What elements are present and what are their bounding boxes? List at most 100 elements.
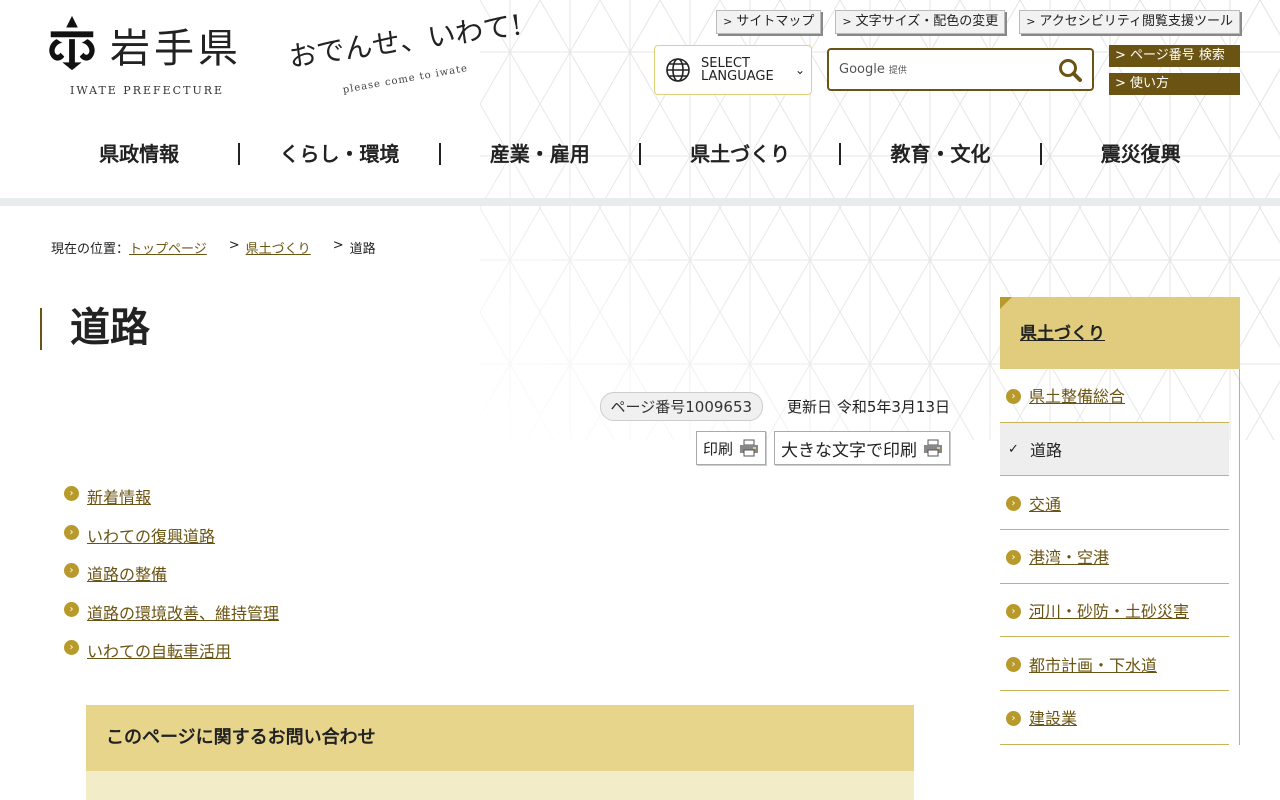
printer-icon [740,439,758,457]
nav-item-education-culture[interactable]: 教育・文化 [841,143,1042,165]
nav-item-disaster-recovery[interactable]: 震災復興 [1042,143,1240,165]
print-buttons: 印刷 大きな文字で印刷 [695,431,950,465]
logo-name: 岩手県 [110,26,242,72]
language-label: SELECT LANGUAGE [701,56,774,84]
breadcrumb-separator: > [228,238,240,253]
print-label: 印刷 [702,439,733,458]
printer-icon [924,439,942,457]
search-brand: Google [839,62,885,77]
chevron-circle-icon: › [64,486,79,501]
page: 岩手県 IWATE PREFECTURE おでんせ、いわて! please co… [0,0,1280,800]
global-nav: 県政情報 くらし・環境 産業・雇用 県土づくり 教育・文化 震災復興 [40,134,1240,174]
side-item-urban-planning[interactable]: › 都市計画・下水道 [1000,637,1229,692]
contact-body [86,771,914,800]
side-item-label: 都市計画・下水道 [1029,655,1158,675]
page-number-search-label: ページ番号 検索 [1130,48,1225,63]
side-item-transport[interactable]: › 交通 [1000,476,1229,531]
site-header: 岩手県 IWATE PREFECTURE おでんせ、いわて! please co… [0,0,1280,440]
side-nav: 県土づくり › 県土整備総合 ✓ 道路 › 交通 › 港湾・空港 › 河川・砂防・土砂災害… [1000,297,1240,745]
accessibility-tool-label: アクセシビリティ閲覧支援ツール [1039,14,1233,29]
contact-heading: このページに関するお問い合わせ [86,705,914,771]
accessibility-tool-link[interactable]: > アクセシビリティ閲覧支援ツール [1019,10,1240,34]
side-item-label: 道路 [1030,441,1063,461]
breadcrumb-link-land-development[interactable]: 県土づくり [246,238,311,257]
chevron-circle-icon: › [1006,657,1021,673]
side-item-general[interactable]: › 県土整備総合 [1000,369,1229,423]
text-size-color-label: 文字サイズ・配色の変更 [855,14,999,29]
chevron-circle-icon: › [64,640,79,655]
list-item: › いわての自転車活用 [64,638,279,677]
select-language-button[interactable]: SELECT LANGUAGE ⌄ [654,45,812,95]
globe-icon [666,58,690,82]
header-divider [0,198,1280,206]
chevron-circle-icon: › [64,601,79,617]
side-item-rivers-sabo[interactable]: › 河川・砂防・土砂災害 [1000,584,1229,638]
chevron-right-icon: > [1115,76,1131,91]
updated-date: 更新日 令和5年3月13日 [787,398,950,416]
corner-decoration [1000,297,1012,309]
chevron-down-icon: ⌄ [795,63,806,77]
breadcrumb: 現在の位置： トップページ > 県土づくり > 道路 [51,238,376,257]
breadcrumb-separator: > [332,238,344,253]
chevron-circle-icon: › [1006,496,1021,512]
chevron-circle-icon: › [1006,710,1021,726]
chevron-right-icon: > [1026,15,1036,28]
side-item-label: 港湾・空港 [1029,548,1110,568]
sitemap-link[interactable]: > サイトマップ [716,10,822,34]
side-item-label: 建設業 [1029,709,1078,729]
nav-item-prefectural-info[interactable]: 県政情報 [40,143,241,165]
chevron-circle-icon: › [64,524,79,540]
side-nav-heading: 県土づくり [1000,297,1240,369]
text-size-color-link[interactable]: > 文字サイズ・配色の変更 [835,10,1006,34]
print-button[interactable]: 印刷 [695,431,766,465]
content-link-list: › 新着情報 › いわての復興道路 › 道路の整備 › 道路の環境改善、維持管理 › いわ… [64,484,279,677]
search-input[interactable]: Google 提供 [839,62,1048,77]
chevron-circle-icon: › [1006,388,1021,404]
side-nav-list: › 県土整備総合 ✓ 道路 › 交通 › 港湾・空港 › 河川・砂防・土砂災害 › 都市計画… [1000,369,1240,745]
side-item-construction[interactable]: › 建設業 [1000,691,1229,745]
chevron-circle-icon: › [64,563,79,578]
search-button[interactable] [1048,50,1092,90]
search-brand-suffix: 提供 [888,66,907,76]
page-meta: ページ番号1009653 更新日 令和5年3月13日 [599,392,950,421]
logo-english-name: IWATE PREFECTURE [70,84,225,97]
breadcrumb-prefix: 現在の位置： [51,242,130,257]
chevron-right-icon: > [842,15,852,28]
catchphrase-sub: please come to iwate [342,63,469,96]
list-item: › 道路の環境改善、維持管理 [64,600,279,639]
chevron-right-icon: > [1115,48,1131,63]
link-bicycle-use[interactable]: いわての自転車活用 [87,638,231,662]
breadcrumb-current: 道路 [349,242,376,257]
check-icon: ✓ [1008,441,1019,457]
site-search: Google 提供 [827,48,1094,91]
page-number-search-button[interactable]: > ページ番号 検索 [1109,45,1240,67]
howto-label: 使い方 [1130,76,1170,91]
prefecture-emblem-icon [49,15,95,71]
nav-item-living-environment[interactable]: くらし・環境 [240,143,441,165]
side-item-label: 河川・砂防・土砂災害 [1029,602,1190,622]
chevron-right-icon: > [723,15,733,28]
site-logo[interactable]: 岩手県 IWATE PREFECTURE [40,10,270,100]
link-road-maintenance[interactable]: 道路の環境改善、維持管理 [87,600,279,624]
print-large-text-button[interactable]: 大きな文字で印刷 [774,431,950,465]
howto-button[interactable]: > 使い方 [1109,73,1240,95]
search-icon [1059,58,1082,82]
catchphrase: おでんせ、いわて! please come to iwate [286,8,526,96]
link-recovery-roads[interactable]: いわての復興道路 [87,523,215,547]
side-nav-heading-link[interactable]: 県土づくり [1020,324,1105,344]
side-item-roads-current[interactable]: ✓ 道路 [1000,422,1229,477]
utility-links: > サイトマップ > 文字サイズ・配色の変更 > アクセシビリティ閲覧支援ツール [716,10,1240,34]
list-item: › いわての復興道路 [64,523,279,562]
link-news[interactable]: 新着情報 [87,484,151,508]
list-item: › 新着情報 [64,484,279,523]
page-number-badge: ページ番号1009653 [599,392,764,421]
page-title: 道路 [40,308,150,350]
nav-item-industry-employment[interactable]: 産業・雇用 [441,143,641,165]
side-item-label: 県土整備総合 [1029,387,1126,407]
nav-item-land-development[interactable]: 県土づくり [641,143,842,165]
sitemap-label: サイトマップ [736,14,815,29]
side-item-ports-airports[interactable]: › 港湾・空港 [1000,530,1229,584]
link-road-development[interactable]: 道路の整備 [87,561,167,585]
breadcrumb-link-top[interactable]: トップページ [129,238,207,257]
side-item-label: 交通 [1029,494,1062,514]
